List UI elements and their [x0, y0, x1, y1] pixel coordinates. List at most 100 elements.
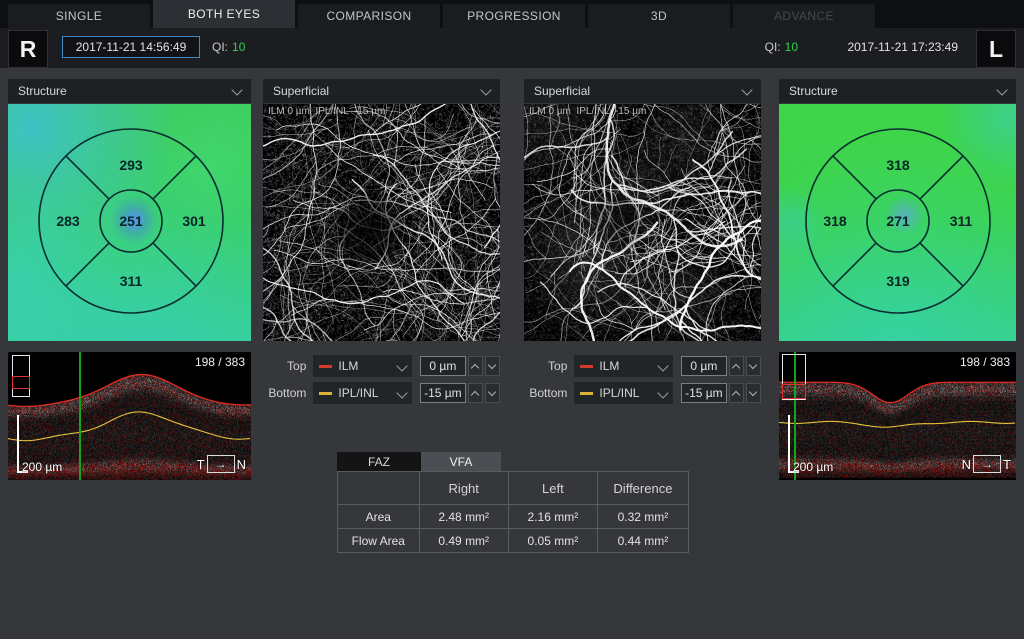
etdrs-value-superior: 318 — [886, 157, 910, 173]
right-eye-badge: R — [8, 30, 48, 68]
right-slab-boundaries-overlay: ILM 0 µm IPL/INL -15 µm — [268, 106, 385, 117]
table-header-row: Right Left Difference — [338, 472, 689, 505]
left-bottom-offset-increment-button[interactable] — [729, 383, 744, 403]
right-top-offset-increment-button[interactable] — [468, 356, 483, 376]
left-top-layer-select[interactable]: ILM — [574, 355, 673, 377]
right-angiography-image[interactable] — [263, 104, 500, 341]
etdrs-value-nasal: 318 — [823, 213, 847, 229]
right-bottom-offset-decrement-button[interactable] — [485, 383, 500, 403]
right-top-layer-value: ILM — [338, 359, 358, 373]
table-row: Area 2.48 mm² 2.16 mm² 0.32 mm² — [338, 505, 689, 529]
etdrs-value-temporal: 283 — [56, 213, 80, 229]
table-row: Flow Area 0.49 mm² 0.05 mm² 0.44 mm² — [338, 529, 689, 553]
left-qi-label: QI: — [765, 40, 781, 54]
left-bscan-viewport[interactable]: 198 / 383 200 µm N → T — [779, 352, 1016, 480]
etdrs-value-center: 271 — [886, 213, 910, 229]
faz-measurements-block: FAZ VFA Right Left Difference Area 2.48 … — [337, 452, 689, 553]
left-bottom-offset-field[interactable]: -15 µm — [681, 383, 726, 403]
left-exam-date: 2017-11-21 17:23:49 — [847, 36, 958, 58]
chevron-down-icon — [397, 360, 408, 371]
left-bottom-layer-select[interactable]: IPL/INL — [574, 382, 673, 404]
left-etdrs-grid: 318 318 271 311 319 — [779, 104, 1016, 341]
compass-right-letter: T — [1003, 457, 1011, 472]
chevron-down-icon — [749, 361, 757, 369]
left-bottom-layer-value: IPL/INL — [599, 386, 639, 400]
chevron-up-icon — [471, 363, 479, 371]
flow-area-right-value: 0.49 mm² — [419, 529, 508, 553]
ipl-inl-line-color-icon — [580, 392, 593, 395]
left-top-offset-increment-button[interactable] — [729, 356, 744, 376]
chevron-down-icon — [488, 388, 496, 396]
view-tabbar: SINGLE BOTH EYES COMPARISON PROGRESSION … — [0, 0, 1024, 28]
left-angio-slab-dropdown[interactable]: Superficial — [524, 79, 761, 103]
left-top-offset-decrement-button[interactable] — [746, 356, 761, 376]
right-scan-position-line[interactable] — [79, 352, 81, 480]
right-top-offset-decrement-button[interactable] — [485, 356, 500, 376]
header-left: Left — [508, 472, 597, 505]
etdrs-value-nasal: 301 — [182, 213, 206, 229]
right-qi-label: QI: — [212, 40, 228, 54]
right-bottom-offset-increment-button[interactable] — [468, 383, 483, 403]
chevron-down-icon — [397, 387, 408, 398]
right-bscan-viewport[interactable]: 198 / 383 200 µm T → N — [8, 352, 251, 480]
right-structure-dropdown[interactable]: Structure — [8, 79, 251, 103]
chevron-down-icon — [658, 360, 669, 371]
header-right: Right — [419, 472, 508, 505]
chevron-down-icon — [741, 84, 752, 95]
top-layer-label: Top — [263, 359, 306, 373]
tab-both-eyes[interactable]: BOTH EYES — [153, 0, 295, 28]
tab-vfa[interactable]: VFA — [421, 452, 501, 471]
right-etdrs-grid: 293 283 251 301 311 — [8, 104, 251, 341]
left-slab-boundaries-overlay: ILM 0 µm IPL/INL -15 µm — [529, 106, 646, 117]
bottom-layer-label: Bottom — [524, 386, 567, 400]
left-bottom-offset-decrement-button[interactable] — [746, 383, 761, 403]
left-angio-panel: Superficial ILM 0 µm IPL/INL -15 µm — [524, 79, 761, 341]
left-angio-slab-label: Superficial — [534, 84, 590, 98]
right-angio-slab-label: Superficial — [273, 84, 329, 98]
header-metric — [338, 472, 420, 505]
measurement-tabs: FAZ VFA — [337, 452, 689, 471]
area-difference-value: 0.32 mm² — [597, 505, 688, 529]
tab-single[interactable]: SINGLE — [8, 4, 150, 28]
tab-progression[interactable]: PROGRESSION — [443, 4, 585, 28]
left-top-offset-field[interactable]: 0 µm — [681, 356, 726, 376]
tab-3d[interactable]: 3D — [588, 4, 730, 28]
right-scale-label: 200 µm — [22, 460, 62, 474]
exam-header: R 2017-11-21 14:56:49 QI: 10 QI: 10 2017… — [0, 28, 1024, 68]
compass-left-letter: T — [197, 457, 205, 472]
compass-arrow-icon: → — [973, 455, 1001, 473]
right-exam-date-field[interactable]: 2017-11-21 14:56:49 — [62, 36, 200, 58]
header-difference: Difference — [597, 472, 688, 505]
left-top-layer-value: ILM — [599, 359, 619, 373]
ilm-line-color-icon — [319, 365, 332, 368]
right-qi-value: 10 — [232, 40, 245, 54]
left-slab-range-indicator-icon — [782, 384, 806, 399]
right-top-layer-select[interactable]: ILM — [313, 355, 412, 377]
right-angio-slab-dropdown[interactable]: Superficial — [263, 79, 500, 103]
chevron-down-icon — [488, 361, 496, 369]
ilm-line-color-icon — [580, 365, 593, 368]
tab-comparison[interactable]: COMPARISON — [298, 4, 440, 28]
right-orientation-compass: T → N — [197, 455, 246, 473]
left-slab-controls: Top ILM 0 µm Bottom IPL/INL -15 µm — [524, 355, 761, 409]
area-left-value: 2.16 mm² — [508, 505, 597, 529]
right-structure-panel: Structure 293 283 251 301 — [8, 79, 251, 341]
right-frame-counter: 198 / 383 — [195, 355, 245, 369]
left-structure-dropdown[interactable]: Structure — [779, 79, 1016, 103]
chevron-down-icon — [231, 84, 242, 95]
right-bottom-offset-field[interactable]: -15 µm — [420, 383, 465, 403]
ipl-inl-line-color-icon — [319, 392, 332, 395]
left-eye-badge: L — [976, 30, 1016, 68]
top-layer-label: Top — [524, 359, 567, 373]
compass-right-letter: N — [237, 457, 246, 472]
right-top-offset-field[interactable]: 0 µm — [420, 356, 465, 376]
right-qi: QI: 10 — [212, 36, 245, 58]
right-slab-controls: Top ILM 0 µm Bottom IPL/INL -15 µm — [263, 355, 500, 409]
left-frame-counter: 198 / 383 — [960, 355, 1010, 369]
left-structure-panel: Structure 318 318 271 311 — [779, 79, 1016, 341]
right-bottom-layer-select[interactable]: IPL/INL — [313, 382, 412, 404]
tab-faz[interactable]: FAZ — [337, 452, 421, 471]
bottom-layer-label: Bottom — [263, 386, 306, 400]
left-orientation-compass: N → T — [962, 455, 1011, 473]
left-angiography-image[interactable] — [524, 104, 761, 341]
